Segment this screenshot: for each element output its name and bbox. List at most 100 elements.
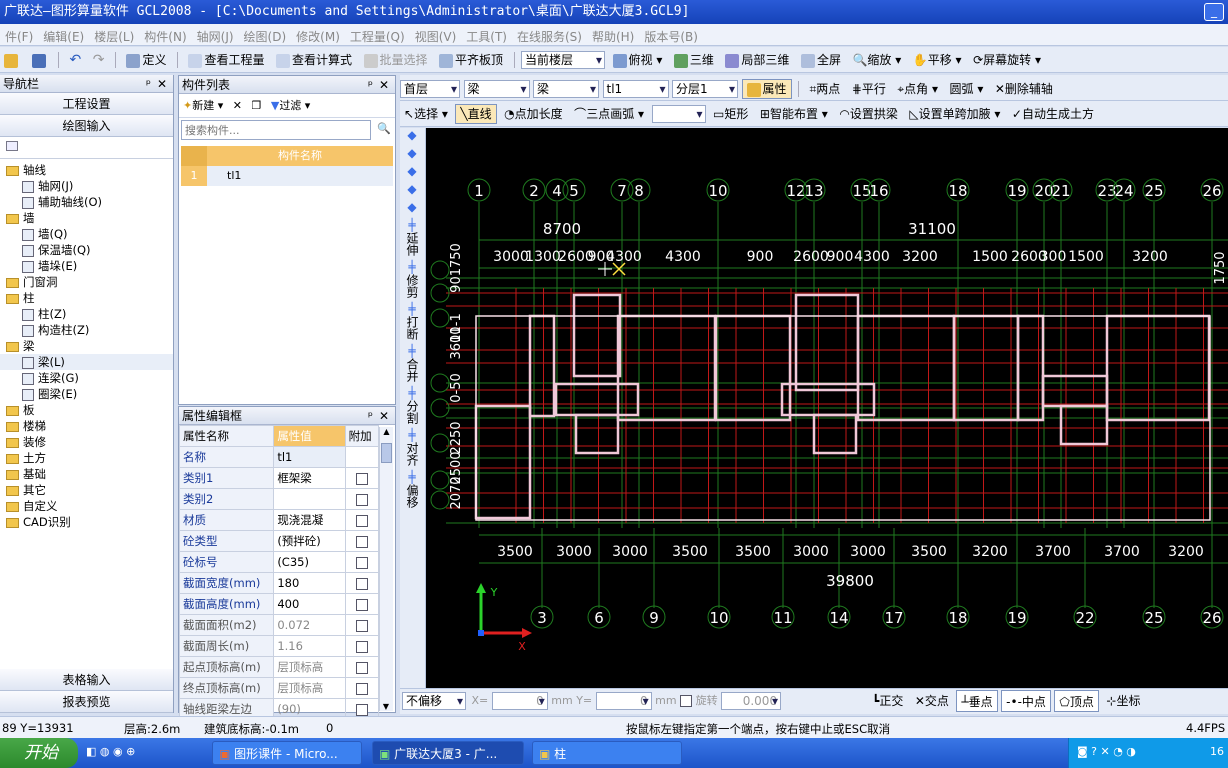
- copy-component-button[interactable]: ❐: [251, 99, 261, 112]
- view-formula-button[interactable]: 查看计算式: [272, 49, 356, 71]
- modify-tool-0[interactable]: ╪ 延伸: [400, 218, 424, 256]
- rotate-icon[interactable]: ◆: [400, 200, 424, 214]
- rotate-button[interactable]: ⟳屏幕旋转 ▾: [969, 49, 1045, 71]
- tree-folder[interactable]: 其它: [0, 482, 173, 498]
- mirror-icon[interactable]: ◆: [400, 164, 424, 178]
- property-value[interactable]: 层顶标高: [273, 677, 346, 699]
- property-scrollbar[interactable]: ▲ ▼: [379, 427, 393, 711]
- add-checkbox[interactable]: [355, 472, 368, 485]
- redo-button[interactable]: ↷: [89, 49, 109, 71]
- menu-item[interactable]: 工程量(Q): [345, 24, 410, 45]
- arc-axis-button[interactable]: 圆弧 ▾: [946, 78, 988, 100]
- property-value[interactable]: (预拌砼): [273, 530, 346, 552]
- top-view-button[interactable]: 俯视 ▾: [609, 49, 667, 71]
- add-checkbox[interactable]: [355, 577, 368, 590]
- set-arch-beam-button[interactable]: ◠设置拱梁: [835, 103, 902, 125]
- ortho-toggle[interactable]: ┗正交: [868, 690, 907, 712]
- tray-icons[interactable]: ◙ ? ✕ ◔ ◑: [1077, 745, 1136, 758]
- menu-item[interactable]: 轴网(J): [192, 24, 239, 45]
- table-row[interactable]: 截面周长(m) 1.16: [178, 635, 380, 657]
- floor-select[interactable]: 首层: [400, 80, 460, 98]
- menu-item[interactable]: 楼层(L): [89, 24, 139, 45]
- table-row[interactable]: 材质 现浇混凝: [178, 509, 380, 531]
- close-icon[interactable]: ✕: [379, 407, 389, 425]
- tree-folder[interactable]: 基础: [0, 466, 173, 482]
- add-checkbox[interactable]: [355, 556, 368, 569]
- property-value[interactable]: 0.072: [273, 614, 346, 636]
- layer-select[interactable]: 分层1: [672, 80, 738, 98]
- modify-tool-6[interactable]: ╪ 偏移: [400, 470, 424, 508]
- point-angle-button[interactable]: ⌖点角 ▾: [893, 78, 942, 100]
- modify-tool-4[interactable]: ╪ 分割: [400, 386, 424, 424]
- midpoint-toggle[interactable]: -•-中点: [1001, 690, 1051, 712]
- type-select[interactable]: 梁: [463, 80, 530, 98]
- tree-folder[interactable]: 自定义: [0, 498, 173, 514]
- table-row[interactable]: 截面高度(mm) 400: [178, 593, 380, 615]
- modify-tool-5[interactable]: ╪ 对齐: [400, 428, 424, 466]
- search-input[interactable]: [181, 120, 371, 140]
- quicklaunch-icons[interactable]: ◧ ◍ ◉ ⊕: [86, 745, 135, 758]
- rectangle-button[interactable]: ▭矩形: [709, 103, 752, 125]
- tree-folder[interactable]: 柱: [0, 290, 173, 306]
- set-span-haunch-button[interactable]: ◺设置单跨加腋 ▾: [905, 103, 1004, 125]
- tree-item[interactable]: 圈梁(E): [0, 386, 173, 402]
- pin-icon[interactable]: ᵖ: [368, 407, 373, 425]
- modify-tool-2[interactable]: ╪ 打断: [400, 302, 424, 340]
- tree-item[interactable]: 梁(L): [0, 354, 173, 370]
- task-ppt[interactable]: ▣ 图形课件 - Micro...: [212, 741, 362, 765]
- table-input-button[interactable]: 表格输入: [0, 669, 173, 691]
- line-button[interactable]: ╲直线: [455, 104, 497, 124]
- project-settings-button[interactable]: 工程设置: [0, 93, 173, 115]
- report-preview-button[interactable]: 报表预览: [0, 691, 173, 713]
- tree-folder[interactable]: 板: [0, 402, 173, 418]
- tree-item[interactable]: 轴网(J): [0, 178, 173, 194]
- add-checkbox[interactable]: [355, 619, 368, 632]
- table-row[interactable]: 终点顶标高(m) 层顶标高: [178, 677, 380, 699]
- task-gcl[interactable]: ▣ 广联达大厦3 - 广...: [372, 741, 524, 765]
- angle-input[interactable]: 0.000: [721, 692, 782, 710]
- three-point-arc-button[interactable]: ⌒三点画弧 ▾: [570, 103, 648, 125]
- x-input[interactable]: 0: [491, 692, 548, 710]
- tree-item[interactable]: 构造柱(Z): [0, 322, 173, 338]
- tree-folder[interactable]: 门窗洞: [0, 274, 173, 290]
- pin-icon[interactable]: ᵖ: [146, 75, 151, 93]
- perpendicular-toggle[interactable]: ┴垂点: [956, 690, 998, 712]
- auto-earthwork-button[interactable]: ✓自动生成土方: [1008, 103, 1098, 125]
- menu-item[interactable]: 视图(V): [410, 24, 462, 45]
- filter-button[interactable]: ▼过滤 ▾: [271, 99, 311, 112]
- tree-item[interactable]: 柱(Z): [0, 306, 173, 322]
- table-row[interactable]: 名称 tl1: [178, 446, 380, 468]
- define-button[interactable]: 定义: [122, 49, 170, 71]
- parallel-axis-button[interactable]: ⋕平行: [848, 78, 890, 100]
- close-icon[interactable]: ✕: [379, 76, 389, 94]
- table-row[interactable]: 类别2: [178, 488, 380, 510]
- tree-item[interactable]: 墙(Q): [0, 226, 173, 242]
- property-value[interactable]: 400: [273, 593, 346, 615]
- delete-component-button[interactable]: ✕: [233, 99, 242, 112]
- tree-item[interactable]: 保温墙(Q): [0, 242, 173, 258]
- batch-select-button[interactable]: 批量选择: [360, 49, 432, 71]
- zoom-button[interactable]: 🔍缩放 ▾: [848, 49, 905, 71]
- current-floor-select[interactable]: 当前楼层: [521, 51, 606, 69]
- intersect-toggle[interactable]: ✕交点: [911, 690, 953, 712]
- two-point-axis-button[interactable]: ⌗两点: [806, 78, 845, 100]
- modify-tool-1[interactable]: ╪ 修剪: [400, 260, 424, 298]
- property-value[interactable]: 框架梁: [273, 467, 346, 489]
- tree-folder[interactable]: 轴线: [0, 162, 173, 178]
- y-input[interactable]: 0: [595, 692, 652, 710]
- table-row[interactable]: 起点顶标高(m) 层顶标高: [178, 656, 380, 678]
- tree-item[interactable]: 辅助轴线(O): [0, 194, 173, 210]
- menu-item[interactable]: 编辑(E): [38, 24, 89, 45]
- minimize-button[interactable]: _: [1204, 3, 1224, 21]
- search-icon[interactable]: 🔍: [377, 122, 391, 135]
- undo-button[interactable]: ↶: [66, 49, 86, 71]
- coordinate-toggle[interactable]: ⊹坐标: [1102, 690, 1144, 712]
- tree-item[interactable]: 墙垛(E): [0, 258, 173, 274]
- property-value[interactable]: tl1: [273, 446, 346, 468]
- component-select[interactable]: tl1: [602, 80, 669, 98]
- pan-button[interactable]: ✋平移 ▾: [909, 49, 966, 71]
- add-checkbox[interactable]: [355, 514, 368, 527]
- menu-item[interactable]: 工具(T): [461, 24, 512, 45]
- local-3d-button[interactable]: 局部三维: [721, 49, 793, 71]
- add-checkbox[interactable]: [355, 535, 368, 548]
